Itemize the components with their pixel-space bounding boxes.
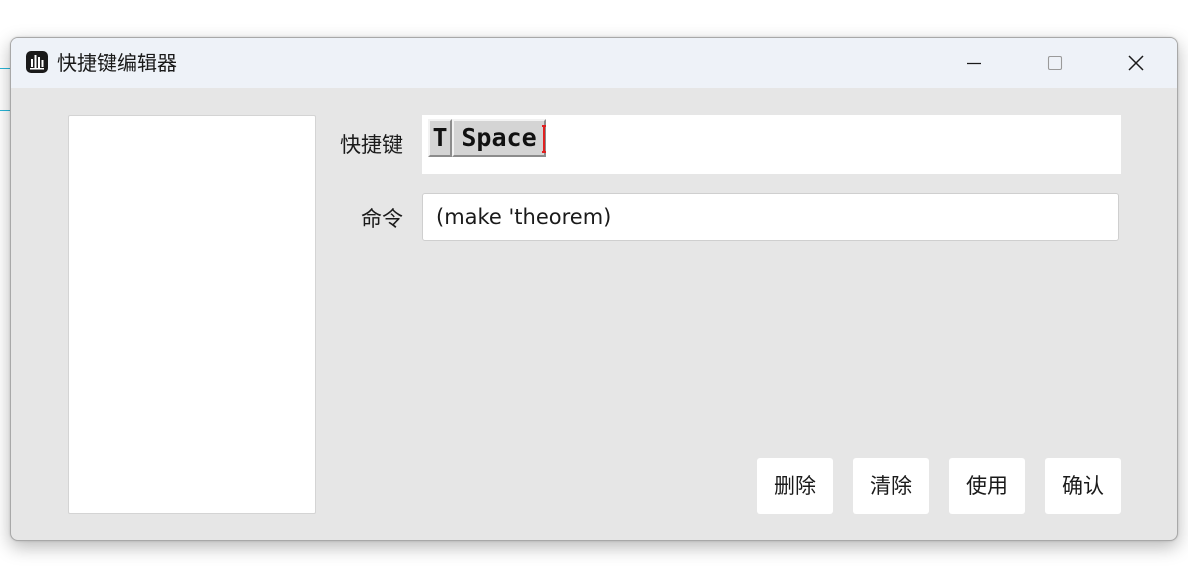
shortcut-key: Space [452, 119, 546, 157]
window-title: 快捷键编辑器 [57, 51, 177, 75]
shortcut-editor-window: 快捷键编辑器 快捷键 T Space 命令 (make 'theorem) 删除… [10, 37, 1178, 541]
app-logo-icon [26, 51, 48, 73]
shortcut-list[interactable] [68, 115, 316, 514]
command-label: 命令 [361, 207, 403, 231]
shortcut-label: 快捷键 [340, 133, 403, 157]
close-button[interactable] [1096, 38, 1176, 88]
maximize-button[interactable] [1015, 38, 1095, 88]
apply-button[interactable]: 使用 [949, 458, 1025, 514]
command-input[interactable]: (make 'theorem) [422, 193, 1119, 241]
clear-button[interactable]: 清除 [853, 458, 929, 514]
text-cursor-icon [542, 125, 546, 153]
title-bar[interactable]: 快捷键编辑器 [11, 38, 1177, 88]
maximize-icon [1047, 55, 1063, 71]
minimize-button[interactable] [934, 38, 1014, 88]
minimize-icon [967, 62, 981, 65]
shortcut-input[interactable]: T Space [422, 115, 1121, 174]
delete-button[interactable]: 删除 [757, 458, 833, 514]
close-icon [1128, 55, 1144, 71]
shortcut-key: T [428, 119, 452, 157]
confirm-button[interactable]: 确认 [1045, 458, 1121, 514]
